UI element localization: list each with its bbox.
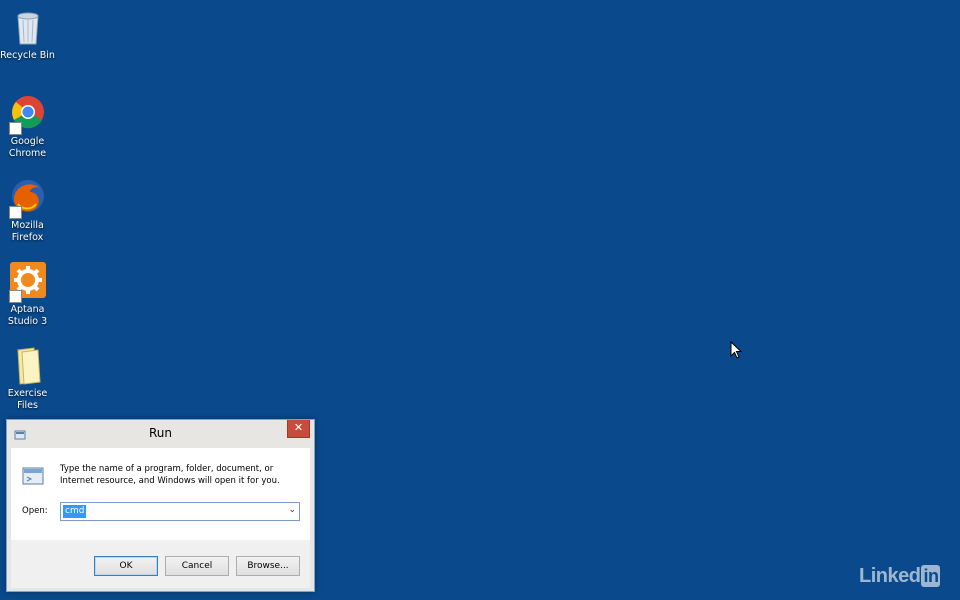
chrome-icon [8,94,48,135]
run-description: Type the name of a program, folder, docu… [60,464,280,486]
shortcut-arrow-icon [8,122,22,135]
desktop-icon-label: Recycle Bin [0,50,55,61]
recycle-bin-icon [8,8,48,48]
cancel-button[interactable]: Cancel [165,556,229,576]
desktop-icon-firefox[interactable]: Mozilla Firefox [0,178,55,244]
aptana-icon [8,262,48,303]
run-titlebar[interactable]: Run ✕ [7,420,314,446]
linkedin-watermark: Linked in [859,565,941,588]
browse-button[interactable]: Browse... [236,556,300,576]
run-dialog-title: Run [148,426,172,440]
watermark-badge: in [921,565,941,587]
desktop-icon-exercise-files[interactable]: Exercise Files [0,346,55,412]
desktop-icon-label: Exercise Files [7,388,48,411]
desktop-icon-label: Google Chrome [8,136,47,159]
mouse-cursor-icon [730,340,743,359]
open-label: Open: [22,506,48,516]
open-input[interactable]: cmd [63,505,87,518]
desktop-icon-chrome[interactable]: Google Chrome [0,94,55,160]
folder-icon [8,346,48,386]
desktop-icon-recycle-bin[interactable]: Recycle Bin [0,8,55,62]
desktop-icon-label: Aptana Studio 3 [7,304,48,327]
run-dialog: Run ✕ Type the name of a program, folder… [6,419,315,592]
shortcut-arrow-icon [8,206,22,219]
open-combobox[interactable]: cmd ⌄ [60,502,300,521]
shortcut-arrow-icon [8,290,22,303]
chevron-down-icon[interactable]: ⌄ [288,505,296,515]
desktop-icon-aptana[interactable]: Aptana Studio 3 [0,262,55,328]
watermark-text: Linked [859,565,921,587]
desktop-icon-label: Mozilla Firefox [11,220,44,243]
close-button[interactable]: ✕ [287,420,310,438]
run-program-icon [21,464,45,488]
ok-button[interactable]: OK [94,556,158,576]
firefox-icon [8,178,48,219]
